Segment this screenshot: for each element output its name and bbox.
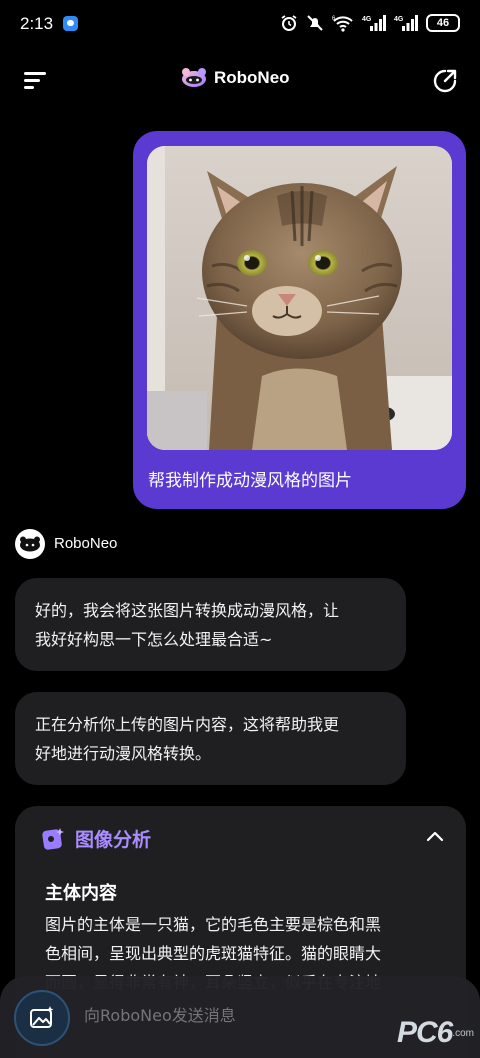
user-message-bubble: 帮我制作成动漫风格的图片 (133, 131, 466, 509)
tabby-cat-photo[interactable] (147, 146, 452, 450)
4g-signal-icon: 4G (362, 14, 386, 32)
chat-notification-icon (63, 16, 78, 31)
bot-message-line: 好地进行动漫风格转换。 (35, 744, 212, 763)
bot-name: RoboNeo (54, 535, 118, 552)
mute-icon (306, 14, 324, 32)
message-input[interactable] (84, 1006, 334, 1025)
4g-signal-icon: 4G (394, 14, 418, 32)
image-upload-button[interactable] (14, 990, 70, 1046)
pc6-watermark: PC6 .com (397, 1013, 474, 1053)
svg-text:4G: 4G (394, 16, 404, 23)
battery-level: 46 (436, 17, 450, 29)
image-analysis-icon (41, 827, 65, 855)
bot-message: 正在分析你上传的图片内容，这将帮助我更 好地进行动漫风格转换。 (15, 692, 406, 785)
status-time: 2:13 (20, 14, 54, 33)
section-body-line: 图片的主体是一只猫，它的毛色主要是棕色和黑 (45, 915, 382, 934)
section-body-line: 色相间，呈现出典型的虎斑猫特征。猫的眼睛大 (45, 944, 382, 963)
image-upload-icon (30, 1006, 54, 1028)
watermark-text: PC6 (396, 1016, 453, 1049)
brand-name: RoboNeo (214, 68, 290, 87)
hamburger-menu-icon[interactable] (24, 70, 48, 92)
section-title: 主体内容 (45, 883, 117, 904)
analysis-title: 图像分析 (75, 829, 152, 851)
app-header: RoboNeo (0, 56, 480, 104)
battery-icon: 46 (426, 14, 460, 32)
svg-text:4G: 4G (362, 16, 372, 23)
roboneo-avatar-icon (20, 536, 40, 552)
status-icons: 6 4G 4G 46 (280, 14, 460, 32)
roboneo-logo-icon (182, 68, 206, 87)
wifi-6-icon: 6 (332, 14, 354, 32)
bot-message-line: 正在分析你上传的图片内容，这将帮助我更 (35, 715, 340, 734)
bot-message: 好的，我会将这张图片转换成动漫风格，让 我好好构思一下怎么处理最合适~ (15, 578, 406, 671)
bot-message-line: 我好好构思一下怎么处理最合适~ (35, 630, 273, 649)
status-bar: 2:13 6 4G 4G 46 (0, 0, 480, 52)
user-message-text: 帮我制作成动漫风格的图片 (148, 471, 352, 491)
chevron-up-icon[interactable] (426, 828, 444, 846)
alarm-icon (280, 14, 298, 32)
brand: RoboNeo (180, 67, 290, 89)
bot-message-line: 好的，我会将这张图片转换成动漫风格，让 (35, 601, 340, 620)
roboneo-avatar (15, 529, 45, 559)
watermark-sub: .com (452, 1027, 474, 1039)
share-icon[interactable] (432, 68, 458, 94)
